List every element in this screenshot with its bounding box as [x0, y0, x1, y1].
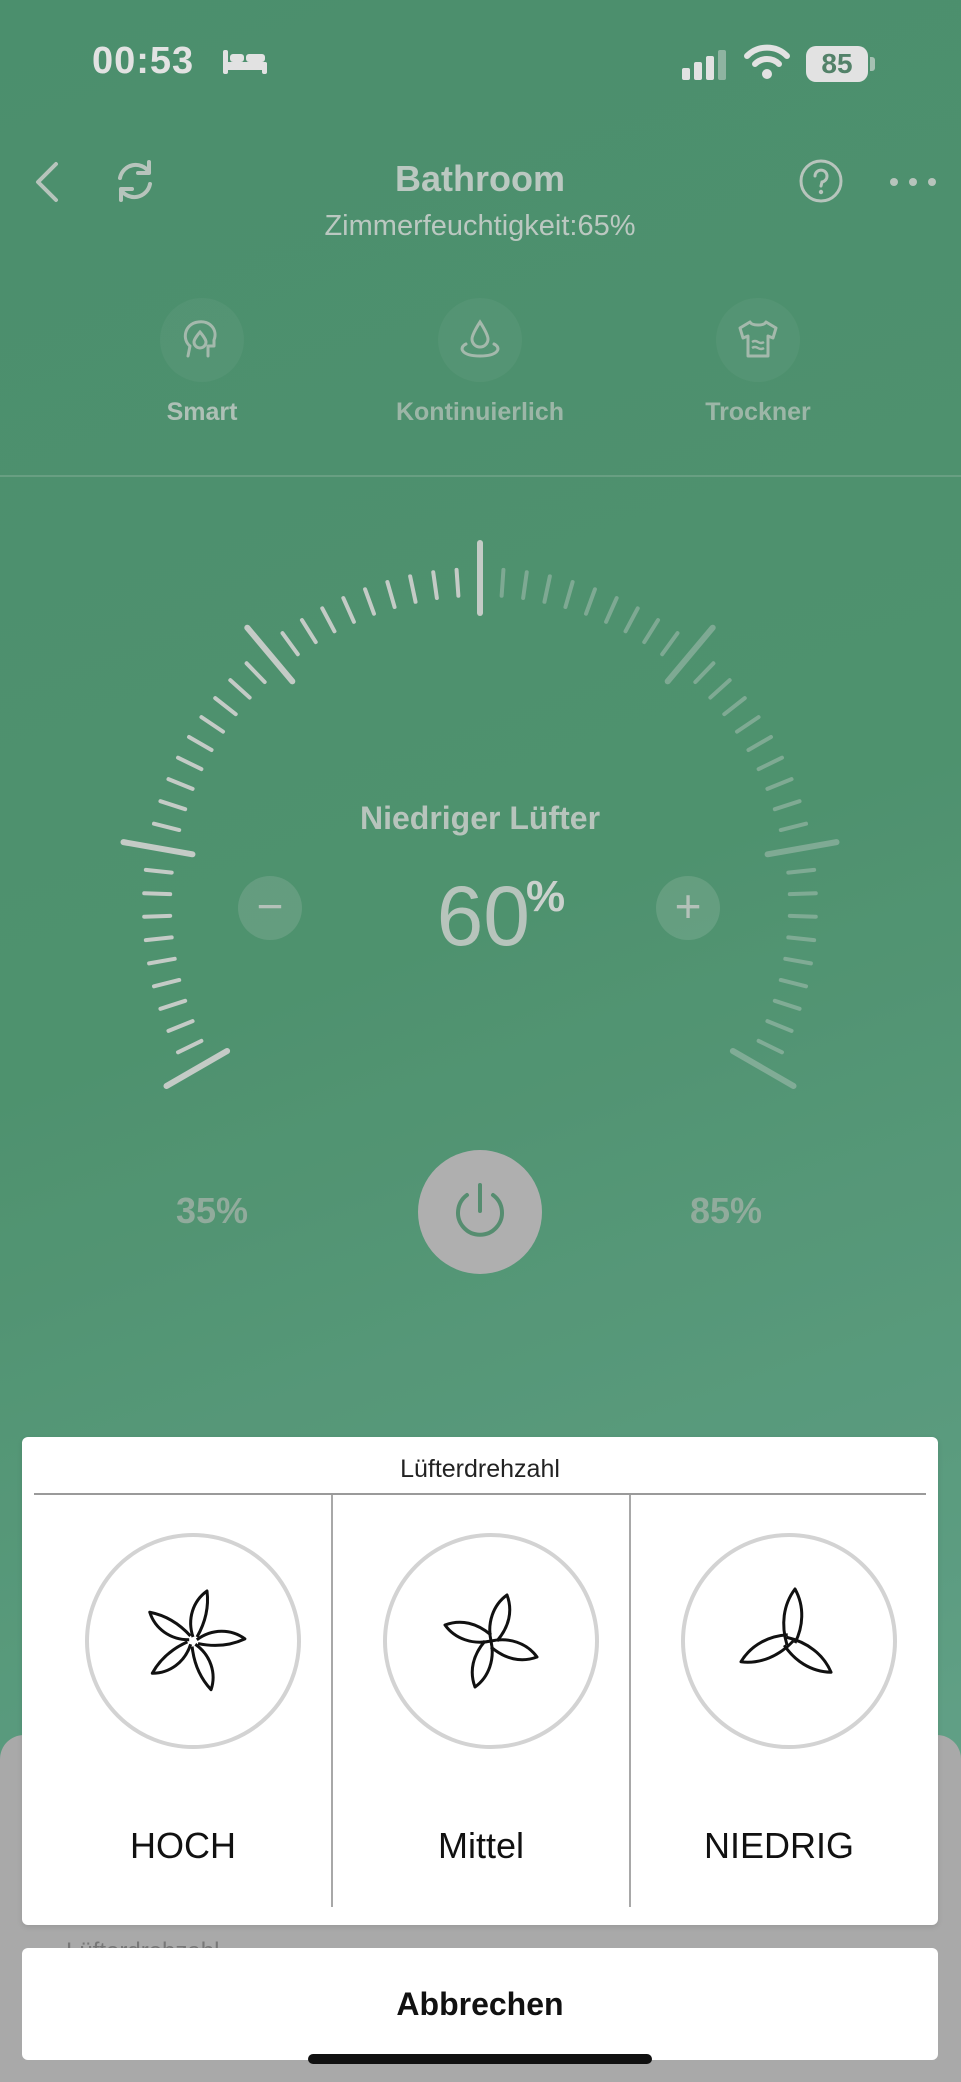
fan-speed-sheet: Lüfterdrehzahl HOCH Mittel NIEDRIG — [22, 1437, 938, 1925]
fan-speed-option-high[interactable]: HOCH — [34, 1495, 332, 1925]
fan-speed-label-low: NIEDRIG — [703, 1825, 854, 1866]
fan-five-blade-icon — [85, 1533, 301, 1749]
home-indicator — [308, 2054, 652, 2064]
fan-three-blade-icon — [681, 1533, 897, 1749]
fan-speed-option-low[interactable]: NIEDRIG — [630, 1495, 928, 1925]
fan-four-blade-icon — [383, 1533, 599, 1749]
fan-speed-option-medium[interactable]: Mittel — [332, 1495, 630, 1925]
cancel-button[interactable]: Abbrechen — [22, 1948, 938, 2060]
fan-speed-label-medium: Mittel — [437, 1825, 524, 1866]
sheet-title: Lüfterdrehzahl — [400, 1455, 560, 1483]
fan-speed-label-high: HOCH — [130, 1825, 236, 1866]
